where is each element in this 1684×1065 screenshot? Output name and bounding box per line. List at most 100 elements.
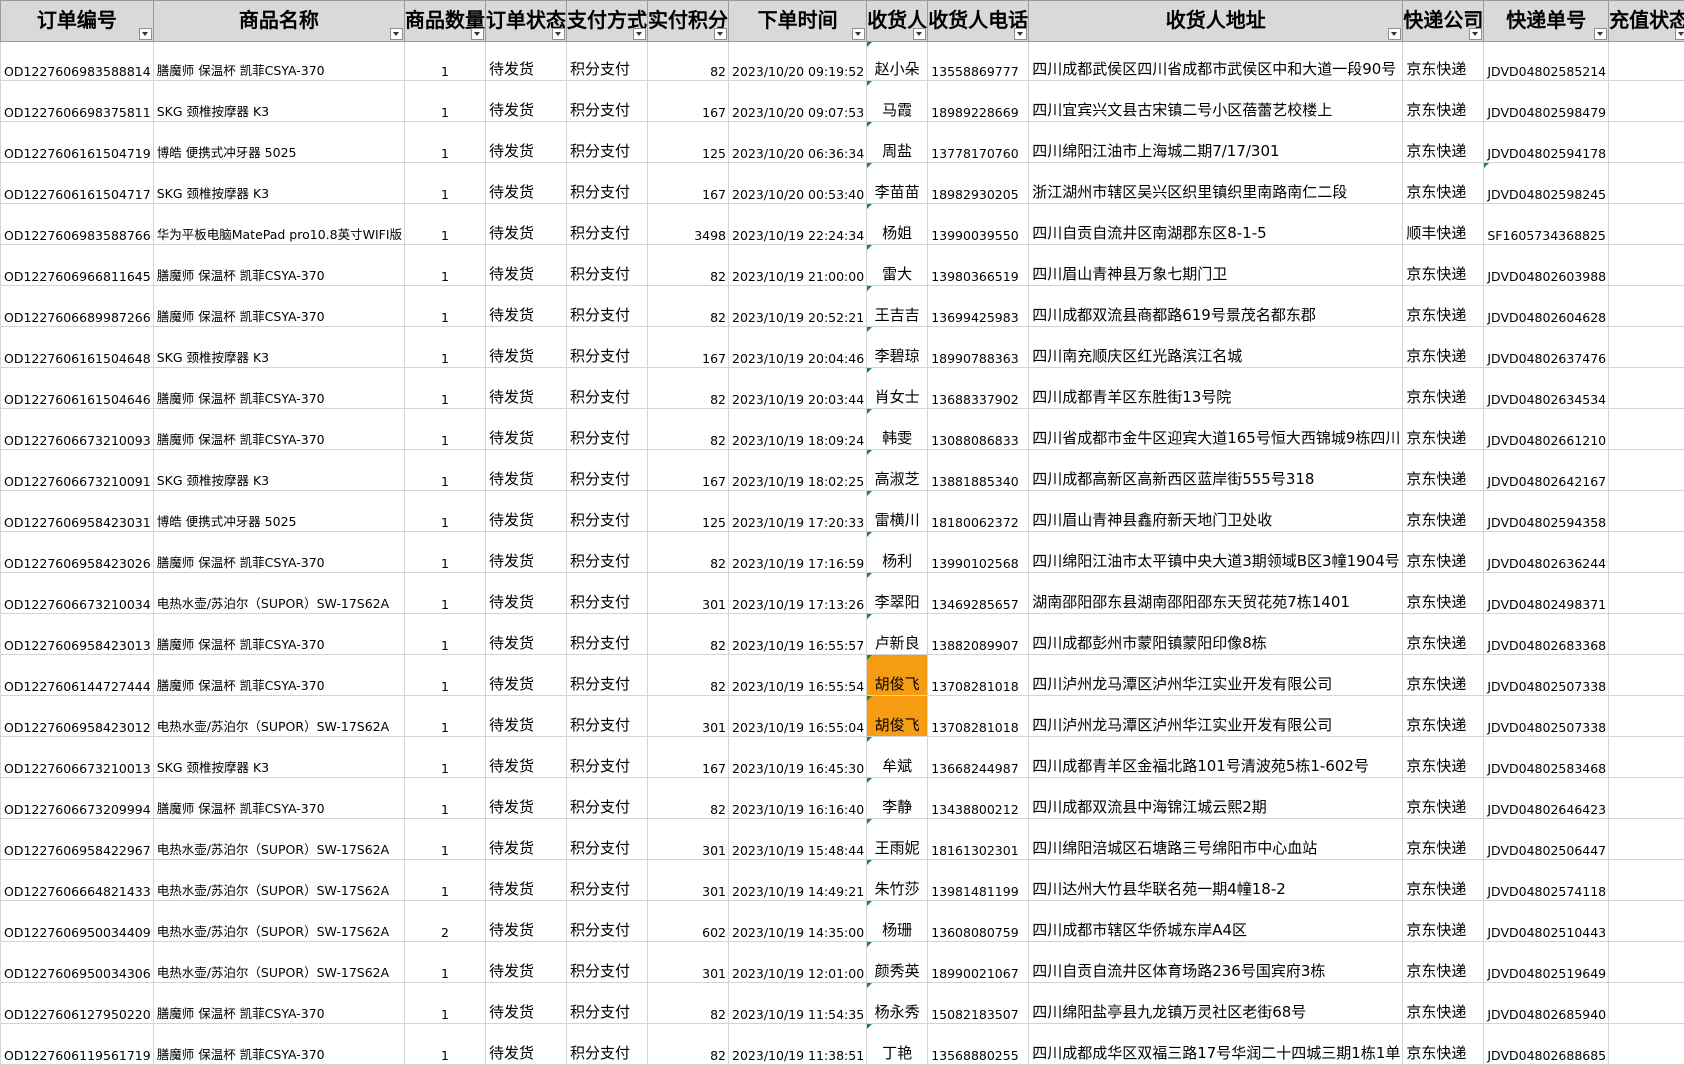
cell-tracking[interactable]: JDVD04802683368 <box>1484 614 1609 655</box>
cell-points[interactable]: 3498 <box>648 204 729 245</box>
cell-phone[interactable]: 13688337902 <box>928 368 1029 409</box>
cell-time[interactable]: 2023/10/19 20:52:21 <box>729 286 867 327</box>
cell-order-id[interactable]: OD1227606161504717 <box>1 163 154 204</box>
cell-product[interactable]: 电热水壶/苏泊尔（SUPOR）SW-17S62A <box>153 901 404 942</box>
header-qty[interactable]: 商品数量 <box>405 1 486 42</box>
cell-courier[interactable]: 京东快递 <box>1403 368 1484 409</box>
cell-name[interactable]: 雷大 <box>867 245 928 286</box>
cell-points[interactable]: 82 <box>648 778 729 819</box>
cell-points[interactable]: 82 <box>648 655 729 696</box>
cell-tracking[interactable]: JDVD04802594178 <box>1484 122 1609 163</box>
cell-address[interactable]: 四川成都彭州市蒙阳镇蒙阳印像8栋 <box>1029 614 1403 655</box>
cell-status[interactable]: 待发货 <box>486 368 567 409</box>
cell-time[interactable]: 2023/10/19 20:03:44 <box>729 368 867 409</box>
cell-address[interactable]: 四川自贡自流井区南湖郡东区8-1-5 <box>1029 204 1403 245</box>
cell-address[interactable]: 浙江湖州市辖区吴兴区织里镇织里南路南仁二段 <box>1029 163 1403 204</box>
cell-address[interactable]: 四川南充顺庆区红光路滨江名城 <box>1029 327 1403 368</box>
cell-time[interactable]: 2023/10/19 22:24:34 <box>729 204 867 245</box>
cell-phone[interactable]: 18990788363 <box>928 327 1029 368</box>
cell-pay[interactable]: 积分支付 <box>567 1024 648 1065</box>
cell-recharge[interactable] <box>1609 1024 1684 1065</box>
cell-qty[interactable]: 1 <box>405 983 486 1024</box>
cell-address[interactable]: 四川成都武侯区四川省成都市武侯区中和大道一段90号 <box>1029 42 1403 81</box>
cell-status[interactable]: 待发货 <box>486 1024 567 1065</box>
cell-order-id[interactable]: OD1227606127950220 <box>1 983 154 1024</box>
cell-phone[interactable]: 13990102568 <box>928 532 1029 573</box>
cell-name[interactable]: 胡俊飞 <box>867 696 928 737</box>
cell-address[interactable]: 四川宜宾兴文县古宋镇二号小区蓓蕾艺校楼上 <box>1029 81 1403 122</box>
cell-name[interactable]: 赵小朵 <box>867 42 928 81</box>
cell-qty[interactable]: 1 <box>405 696 486 737</box>
cell-recharge[interactable] <box>1609 737 1684 778</box>
cell-address[interactable]: 四川绵阳盐亭县九龙镇万灵社区老街68号 <box>1029 983 1403 1024</box>
cell-points[interactable]: 167 <box>648 450 729 491</box>
cell-order-id[interactable]: OD1227606958422967 <box>1 819 154 860</box>
cell-pay[interactable]: 积分支付 <box>567 819 648 860</box>
cell-courier[interactable]: 京东快递 <box>1403 614 1484 655</box>
cell-order-id[interactable]: OD1227606673210034 <box>1 573 154 614</box>
cell-points[interactable]: 82 <box>648 245 729 286</box>
cell-qty[interactable]: 1 <box>405 122 486 163</box>
cell-pay[interactable]: 积分支付 <box>567 860 648 901</box>
cell-address[interactable]: 湖南邵阳邵东县湖南邵阳邵东天贸花苑7栋1401 <box>1029 573 1403 614</box>
cell-points[interactable]: 167 <box>648 327 729 368</box>
cell-name[interactable]: 雷横川 <box>867 491 928 532</box>
cell-order-id[interactable]: OD1227606664821433 <box>1 860 154 901</box>
cell-pay[interactable]: 积分支付 <box>567 778 648 819</box>
cell-product[interactable]: SKG 颈椎按摩器 K3 <box>153 737 404 778</box>
cell-courier[interactable]: 京东快递 <box>1403 983 1484 1024</box>
cell-product[interactable]: 膳魔师 保温杯 凯菲CSYA-370 <box>153 245 404 286</box>
cell-status[interactable]: 待发货 <box>486 81 567 122</box>
cell-points[interactable]: 82 <box>648 286 729 327</box>
cell-courier[interactable]: 京东快递 <box>1403 163 1484 204</box>
cell-address[interactable]: 四川绵阳涪城区石塘路三号绵阳市中心血站 <box>1029 819 1403 860</box>
cell-phone[interactable]: 13990039550 <box>928 204 1029 245</box>
cell-pay[interactable]: 积分支付 <box>567 532 648 573</box>
cell-points[interactable]: 301 <box>648 696 729 737</box>
cell-courier[interactable]: 京东快递 <box>1403 122 1484 163</box>
cell-points[interactable]: 82 <box>648 983 729 1024</box>
cell-courier[interactable]: 京东快递 <box>1403 737 1484 778</box>
cell-tracking[interactable]: JDVD04802498371 <box>1484 573 1609 614</box>
cell-name[interactable]: 杨珊 <box>867 901 928 942</box>
cell-courier[interactable]: 京东快递 <box>1403 573 1484 614</box>
cell-phone[interactable]: 18161302301 <box>928 819 1029 860</box>
cell-tracking[interactable]: JDVD04802646423 <box>1484 778 1609 819</box>
cell-pay[interactable]: 积分支付 <box>567 204 648 245</box>
cell-product[interactable]: SKG 颈椎按摩器 K3 <box>153 81 404 122</box>
cell-points[interactable]: 301 <box>648 860 729 901</box>
cell-courier[interactable]: 京东快递 <box>1403 286 1484 327</box>
cell-recharge[interactable] <box>1609 81 1684 122</box>
cell-qty[interactable]: 1 <box>405 942 486 983</box>
cell-recharge[interactable] <box>1609 983 1684 1024</box>
cell-pay[interactable]: 积分支付 <box>567 122 648 163</box>
cell-time[interactable]: 2023/10/19 17:13:26 <box>729 573 867 614</box>
cell-qty[interactable]: 1 <box>405 450 486 491</box>
cell-time[interactable]: 2023/10/19 11:54:35 <box>729 983 867 1024</box>
cell-order-id[interactable]: OD1227606950034409 <box>1 901 154 942</box>
cell-recharge[interactable] <box>1609 901 1684 942</box>
cell-tracking[interactable]: JDVD04802604628 <box>1484 286 1609 327</box>
header-phone[interactable]: 收货人电话 <box>928 1 1029 42</box>
cell-order-id[interactable]: OD1227606673210091 <box>1 450 154 491</box>
cell-status[interactable]: 待发货 <box>486 42 567 81</box>
cell-time[interactable]: 2023/10/19 16:55:54 <box>729 655 867 696</box>
cell-product[interactable]: 膳魔师 保温杯 凯菲CSYA-370 <box>153 778 404 819</box>
cell-order-id[interactable]: OD1227606983588814 <box>1 42 154 81</box>
cell-qty[interactable]: 1 <box>405 42 486 81</box>
header-tracking[interactable]: 快递单号 <box>1484 1 1609 42</box>
cell-time[interactable]: 2023/10/19 17:16:59 <box>729 532 867 573</box>
cell-phone[interactable]: 13980366519 <box>928 245 1029 286</box>
cell-status[interactable]: 待发货 <box>486 245 567 286</box>
cell-pay[interactable]: 积分支付 <box>567 491 648 532</box>
cell-time[interactable]: 2023/10/19 21:00:00 <box>729 245 867 286</box>
cell-recharge[interactable] <box>1609 860 1684 901</box>
cell-recharge[interactable] <box>1609 942 1684 983</box>
cell-tracking[interactable]: JDVD04802661210 <box>1484 409 1609 450</box>
cell-points[interactable]: 125 <box>648 491 729 532</box>
cell-phone[interactable]: 13088086833 <box>928 409 1029 450</box>
cell-status[interactable]: 待发货 <box>486 491 567 532</box>
cell-name[interactable]: 牟斌 <box>867 737 928 778</box>
cell-phone[interactable]: 13558869777 <box>928 42 1029 81</box>
cell-phone[interactable]: 13882089907 <box>928 614 1029 655</box>
